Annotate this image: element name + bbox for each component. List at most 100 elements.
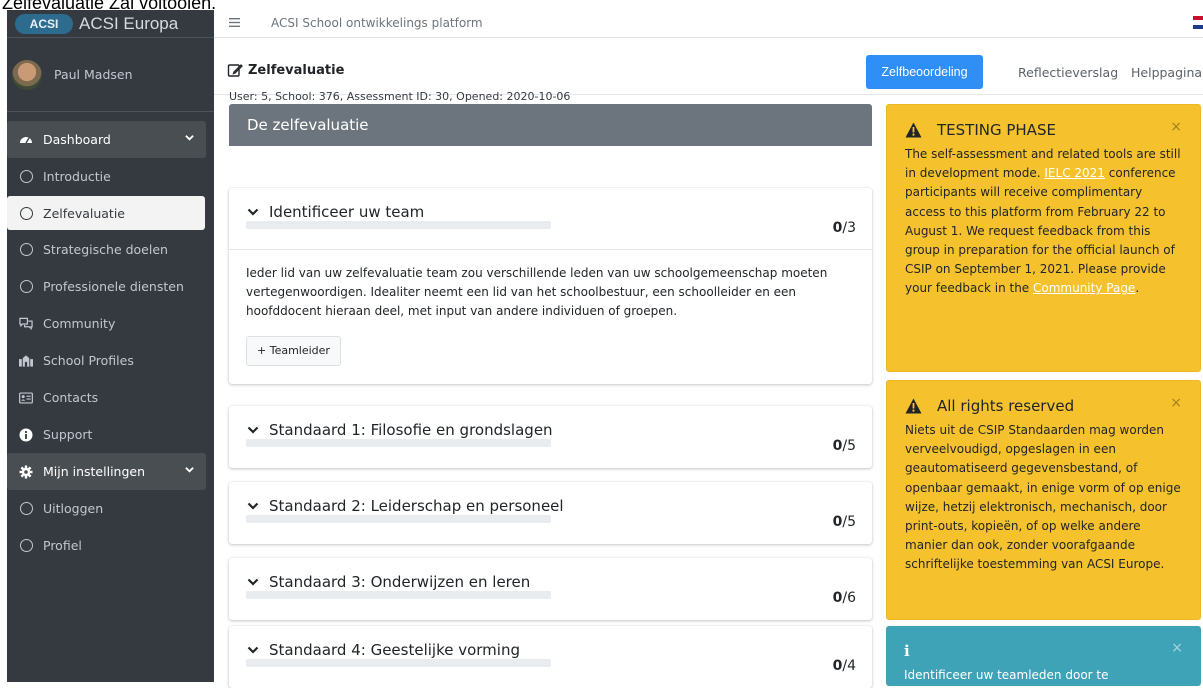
score-value: 0: [832, 220, 843, 236]
score: 0/3: [833, 220, 856, 236]
score: 0/5: [833, 514, 856, 530]
alert-text-part: .: [1135, 281, 1140, 296]
score-value: 0: [832, 590, 843, 606]
sidebar-item-label: Dashboard: [43, 132, 111, 147]
chevron-down-icon: [185, 467, 194, 473]
page-title-text: Zelfevaluatie: [248, 62, 345, 78]
card-title-text: Standaard 3: Onderwijzen en leren: [269, 573, 531, 591]
alert-title: TESTING PHASE: [905, 121, 1182, 139]
sidebar-item-uitloggen[interactable]: Uitloggen: [7, 490, 214, 527]
brand[interactable]: ACSI ACSI Europa: [7, 10, 214, 38]
sidebar-item-professionele-diensten[interactable]: Professionele diensten: [7, 268, 214, 305]
card-identificeer-team: Identificeer uw team 0/3 Ieder lid van u…: [229, 188, 872, 384]
sidebar-nav: Dashboard Introductie Zelfevaluatie Stra…: [7, 112, 214, 564]
assessment-meta: User: 5, School: 376, Assessment ID: 30,…: [229, 90, 571, 103]
score-value: 0: [832, 438, 843, 454]
chevron-down-icon: [247, 208, 259, 216]
avatar: [12, 59, 42, 90]
score-total: /5: [842, 438, 856, 454]
progress-bar: [246, 659, 551, 667]
card-header[interactable]: Standaard 1: Filosofie en grondslagen 0/…: [229, 406, 872, 468]
sidebar-item-strategische-doelen[interactable]: Strategische doelen: [7, 231, 214, 268]
card-title-text: Standaard 2: Leiderschap en personeel: [269, 497, 564, 515]
chevron-down-icon: [185, 135, 194, 141]
card-title: Identificeer uw team: [247, 203, 424, 221]
sidebar-item-label: Profiel: [43, 538, 82, 553]
card-header[interactable]: Standaard 3: Onderwijzen en leren 0/6: [229, 558, 872, 620]
sidebar-item-introductie[interactable]: Introductie: [7, 158, 214, 195]
card-title-text: Identificeer uw team: [269, 203, 425, 221]
sidebar: ACSI ACSI Europa Paul Madsen Dashboard I…: [7, 10, 214, 682]
progress-bar: [246, 515, 551, 523]
ielc-link[interactable]: IELC 2021: [1044, 166, 1105, 180]
gear-icon: [19, 465, 33, 479]
brand-name: ACSI Europa: [79, 13, 179, 33]
chevron-down-icon: [247, 646, 259, 654]
score: 0/6: [833, 590, 856, 606]
circle-icon: [19, 243, 33, 257]
close-icon[interactable]: ×: [1171, 640, 1183, 656]
netherlands-flag-icon[interactable]: [1193, 16, 1203, 29]
zelfbeoordeling-button[interactable]: Zelfbeoordeling: [866, 55, 983, 89]
card-body: Ieder lid van uw zelfevaluatie team zou …: [229, 250, 872, 384]
community-icon: [19, 317, 33, 331]
sidebar-item-label: Community: [43, 316, 116, 331]
card-header[interactable]: Standaard 2: Leiderschap en personeel 0/…: [229, 482, 872, 544]
sidebar-item-school-profiles[interactable]: School Profiles: [7, 342, 214, 379]
score-total: /5: [842, 514, 856, 530]
card-title: Standaard 1: Filosofie en grondslagen: [247, 421, 553, 439]
progress-bar: [246, 591, 551, 599]
section-header: De zelfevaluatie: [229, 104, 872, 146]
progress-bar: [246, 221, 551, 229]
sidebar-item-zelfevaluatie[interactable]: Zelfevaluatie: [7, 196, 205, 230]
circle-icon: [19, 539, 33, 553]
info-icon: [19, 428, 33, 442]
sidebar-item-label: Zelfevaluatie: [43, 205, 125, 221]
info-icon: i: [904, 642, 910, 660]
circle-icon: [19, 206, 33, 220]
community-page-link[interactable]: Community Page: [1033, 281, 1135, 295]
sidebar-item-label: Professionele diensten: [43, 279, 184, 294]
sidebar-item-label: Strategische doelen: [43, 242, 168, 257]
content-header: Zelfevaluatie Zelfbeoordeling Reflectiev…: [214, 38, 1203, 95]
sidebar-item-profiel[interactable]: Profiel: [7, 527, 214, 564]
card-header[interactable]: Identificeer uw team 0/3: [229, 188, 872, 250]
alert-info: × i Identificeer uw teamleden door te: [886, 626, 1201, 686]
sidebar-item-support[interactable]: Support: [7, 416, 214, 453]
sidebar-item-label: Contacts: [43, 390, 99, 405]
chevron-down-icon: [247, 426, 259, 434]
hamburger-menu-icon[interactable]: [229, 18, 240, 27]
alert-title-text: TESTING PHASE: [937, 121, 1056, 139]
helppagina-link[interactable]: Helppagina: [1131, 55, 1202, 89]
card-standaard-2: Standaard 2: Leiderschap en personeel 0/…: [229, 482, 872, 544]
alert-text: The self-assessment and related tools ar…: [905, 145, 1182, 299]
card-title: Standaard 4: Geestelijke vorming: [247, 641, 520, 659]
sidebar-item-mijn-instellingen[interactable]: Mijn instellingen: [7, 453, 206, 490]
sidebar-item-contacts[interactable]: Contacts: [7, 379, 214, 416]
app-frame: ACSI ACSI Europa Paul Madsen Dashboard I…: [0, 10, 1203, 688]
dashboard-icon: [19, 133, 33, 147]
close-icon[interactable]: ×: [1170, 395, 1182, 411]
sidebar-item-dashboard[interactable]: Dashboard: [7, 121, 206, 158]
alert-text: Identificeer uw teamleden door te: [904, 668, 1109, 682]
card-header[interactable]: Standaard 4: Geestelijke vorming 0/4: [229, 626, 872, 688]
alert-title-text: All rights reserved: [937, 397, 1075, 415]
score-total: /3: [842, 220, 856, 236]
sidebar-item-community[interactable]: Community: [7, 305, 214, 342]
warning-icon: [905, 398, 922, 414]
add-teamleader-button[interactable]: + Teamleider: [246, 335, 341, 366]
score: 0/4: [833, 658, 856, 674]
circle-icon: [19, 502, 33, 516]
alert-text-part: conference participants will receive com…: [905, 166, 1176, 296]
card-description: Ieder lid van uw zelfevaluatie team zou …: [246, 266, 828, 319]
user-panel[interactable]: Paul Madsen: [7, 38, 214, 112]
alert-all-rights: × All rights reserved Niets uit de CSIP …: [886, 380, 1201, 620]
circle-icon: [19, 280, 33, 294]
reflectieverslag-link[interactable]: Reflectieverslag: [1018, 55, 1118, 89]
alert-text: Niets uit de CSIP Standaarden mag worden…: [905, 423, 1181, 572]
contacts-icon: [19, 391, 33, 405]
card-title: Standaard 3: Onderwijzen en leren: [247, 573, 530, 591]
page-title: Zelfevaluatie: [227, 62, 344, 78]
close-icon[interactable]: ×: [1170, 119, 1182, 135]
chevron-down-icon: [247, 578, 259, 586]
